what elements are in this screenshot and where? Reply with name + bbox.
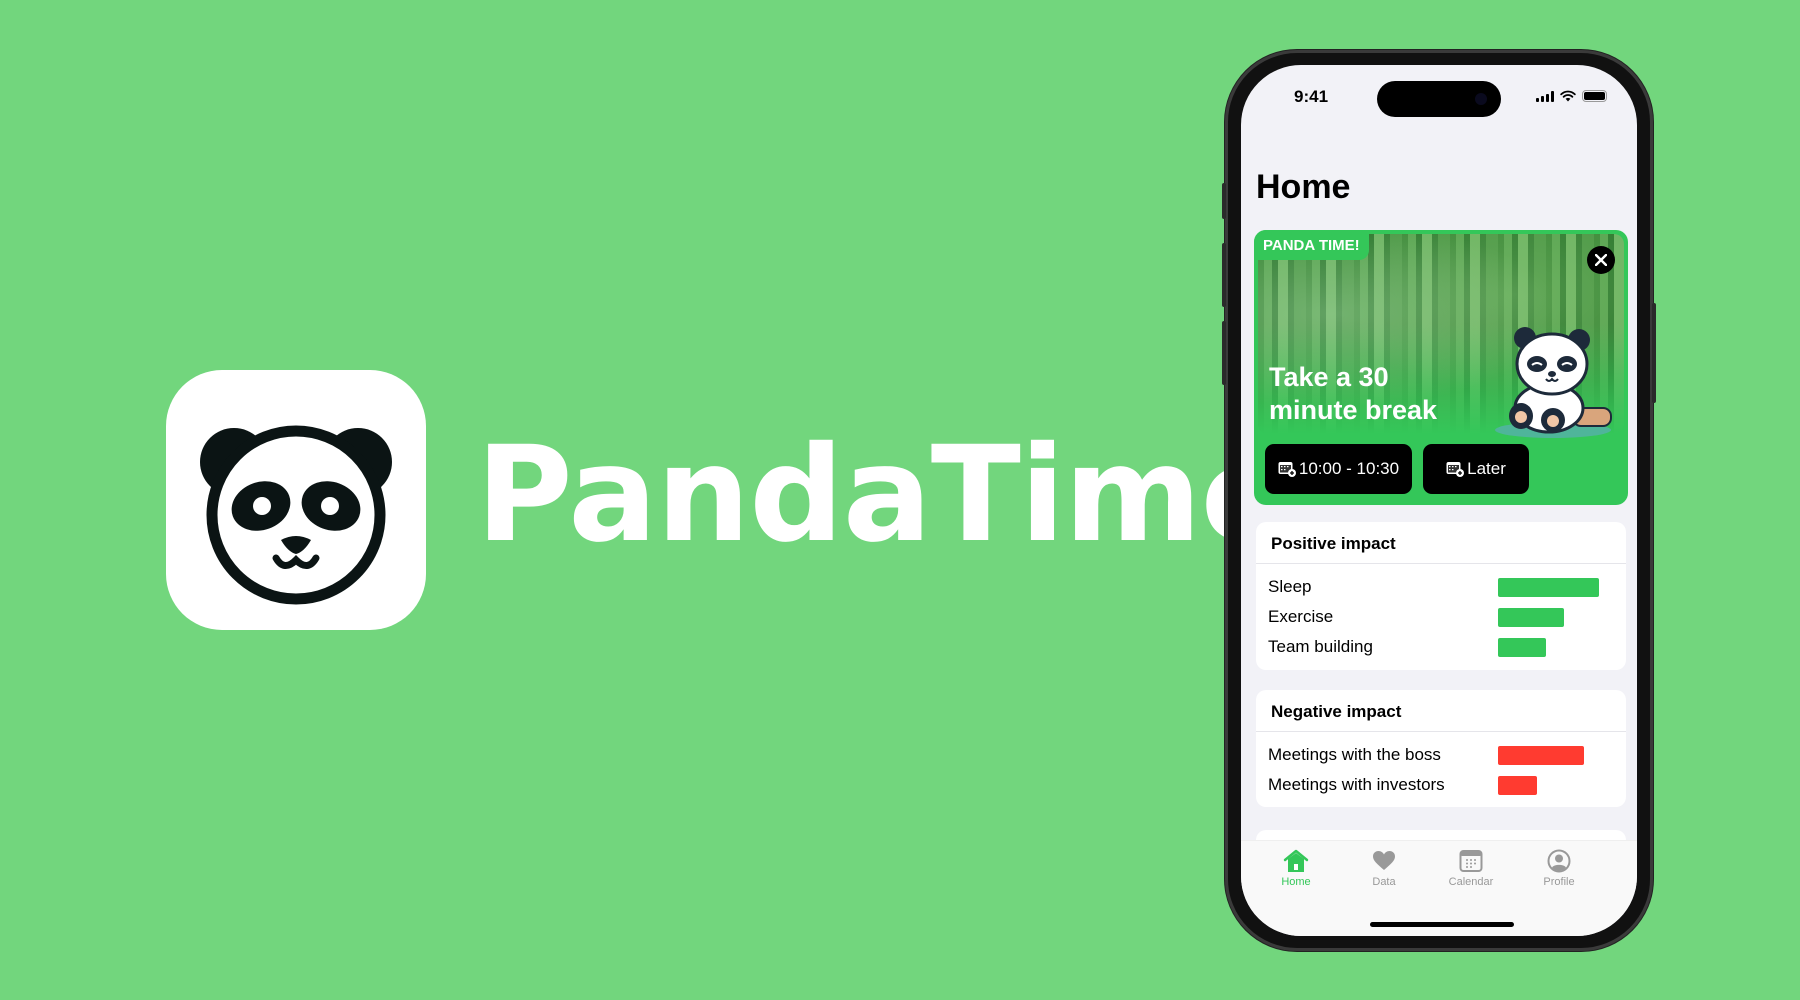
schedule-break-button[interactable]: 10:00 - 10:30 bbox=[1265, 444, 1412, 494]
schedule-break-label: 10:00 - 10:30 bbox=[1298, 459, 1400, 478]
tab-home-label: Home bbox=[1281, 876, 1311, 888]
wifi-icon bbox=[1560, 90, 1576, 102]
page-title: Home bbox=[1256, 168, 1351, 206]
impact-bar-sleep bbox=[1498, 577, 1599, 597]
person-circle-icon bbox=[1547, 849, 1571, 873]
calendar-add-icon bbox=[1446, 462, 1465, 477]
impact-label: Team building bbox=[1268, 637, 1373, 656]
impact-bar-meetings-investors bbox=[1498, 775, 1537, 795]
impact-label: Sleep bbox=[1268, 577, 1312, 596]
action-button bbox=[1222, 183, 1226, 219]
tab-calendar[interactable]: Calendar bbox=[1431, 849, 1511, 888]
close-icon bbox=[1595, 254, 1607, 266]
positive-impact-title: Positive impact bbox=[1256, 522, 1626, 564]
tab-bar: Home Data Calendar Profile bbox=[1241, 840, 1637, 936]
panda-time-badge: PANDA TIME! bbox=[1254, 230, 1369, 260]
tab-profile[interactable]: Profile bbox=[1519, 849, 1599, 888]
tab-data-label: Data bbox=[1372, 876, 1396, 888]
later-label: Later bbox=[1467, 459, 1506, 478]
positive-impact-card: Positive impact Sleep Exercise Team buil… bbox=[1256, 522, 1626, 670]
banner-title: Take a 30 minute break bbox=[1269, 362, 1438, 425]
battery-icon bbox=[1582, 90, 1607, 102]
calendar-icon bbox=[1459, 850, 1483, 872]
tab-home[interactable]: Home bbox=[1256, 849, 1336, 888]
impact-row[interactable]: Meetings with investors bbox=[1268, 770, 1614, 800]
volume-down-button bbox=[1222, 321, 1226, 385]
tab-profile-label: Profile bbox=[1543, 876, 1575, 888]
app-icon bbox=[166, 370, 426, 630]
phone-screen: 9:41 Home PANDA TIME! Take a 30 minute b… bbox=[1241, 65, 1637, 936]
panda-face-icon bbox=[200, 425, 392, 605]
panda-time-banner[interactable]: PANDA TIME! Take a 30 minute break 10:00… bbox=[1254, 230, 1628, 505]
power-button bbox=[1652, 303, 1656, 403]
calendar-add-icon bbox=[1278, 462, 1296, 477]
impact-label: Exercise bbox=[1268, 607, 1334, 626]
camera-icon bbox=[1475, 93, 1487, 105]
impact-bar-exercise bbox=[1498, 607, 1564, 627]
status-time: 9:41 bbox=[1294, 87, 1329, 106]
tab-calendar-label: Calendar bbox=[1448, 876, 1494, 888]
impact-row[interactable]: Meetings with the boss bbox=[1268, 740, 1614, 770]
negative-impact-title: Negative impact bbox=[1256, 690, 1626, 732]
close-button[interactable] bbox=[1587, 246, 1615, 274]
volume-up-button bbox=[1222, 243, 1226, 307]
status-bar: 9:41 bbox=[1241, 65, 1637, 125]
brand-name: PandaTime bbox=[476, 418, 1290, 572]
impact-row[interactable]: Sleep bbox=[1268, 572, 1614, 602]
tab-data[interactable]: Data bbox=[1344, 849, 1424, 888]
sitting-panda-illustration bbox=[1495, 327, 1612, 438]
cellular-signal-icon bbox=[1536, 90, 1554, 102]
later-button[interactable]: Later bbox=[1423, 444, 1529, 494]
dynamic-island bbox=[1377, 81, 1501, 117]
impact-label: Meetings with investors bbox=[1268, 775, 1445, 794]
impact-bar-meetings-boss bbox=[1498, 745, 1584, 765]
impact-label: Meetings with the boss bbox=[1268, 745, 1441, 764]
home-indicator[interactable] bbox=[1370, 922, 1514, 927]
heart-icon bbox=[1373, 851, 1395, 870]
phone-frame: 9:41 Home PANDA TIME! Take a 30 minute b… bbox=[1222, 50, 1656, 951]
negative-impact-card: Negative impact Meetings with the boss M… bbox=[1256, 690, 1626, 807]
impact-row[interactable]: Exercise bbox=[1268, 602, 1614, 632]
impact-row[interactable]: Team building bbox=[1268, 632, 1614, 662]
house-icon bbox=[1283, 849, 1309, 872]
impact-bar-team-building bbox=[1498, 637, 1546, 657]
